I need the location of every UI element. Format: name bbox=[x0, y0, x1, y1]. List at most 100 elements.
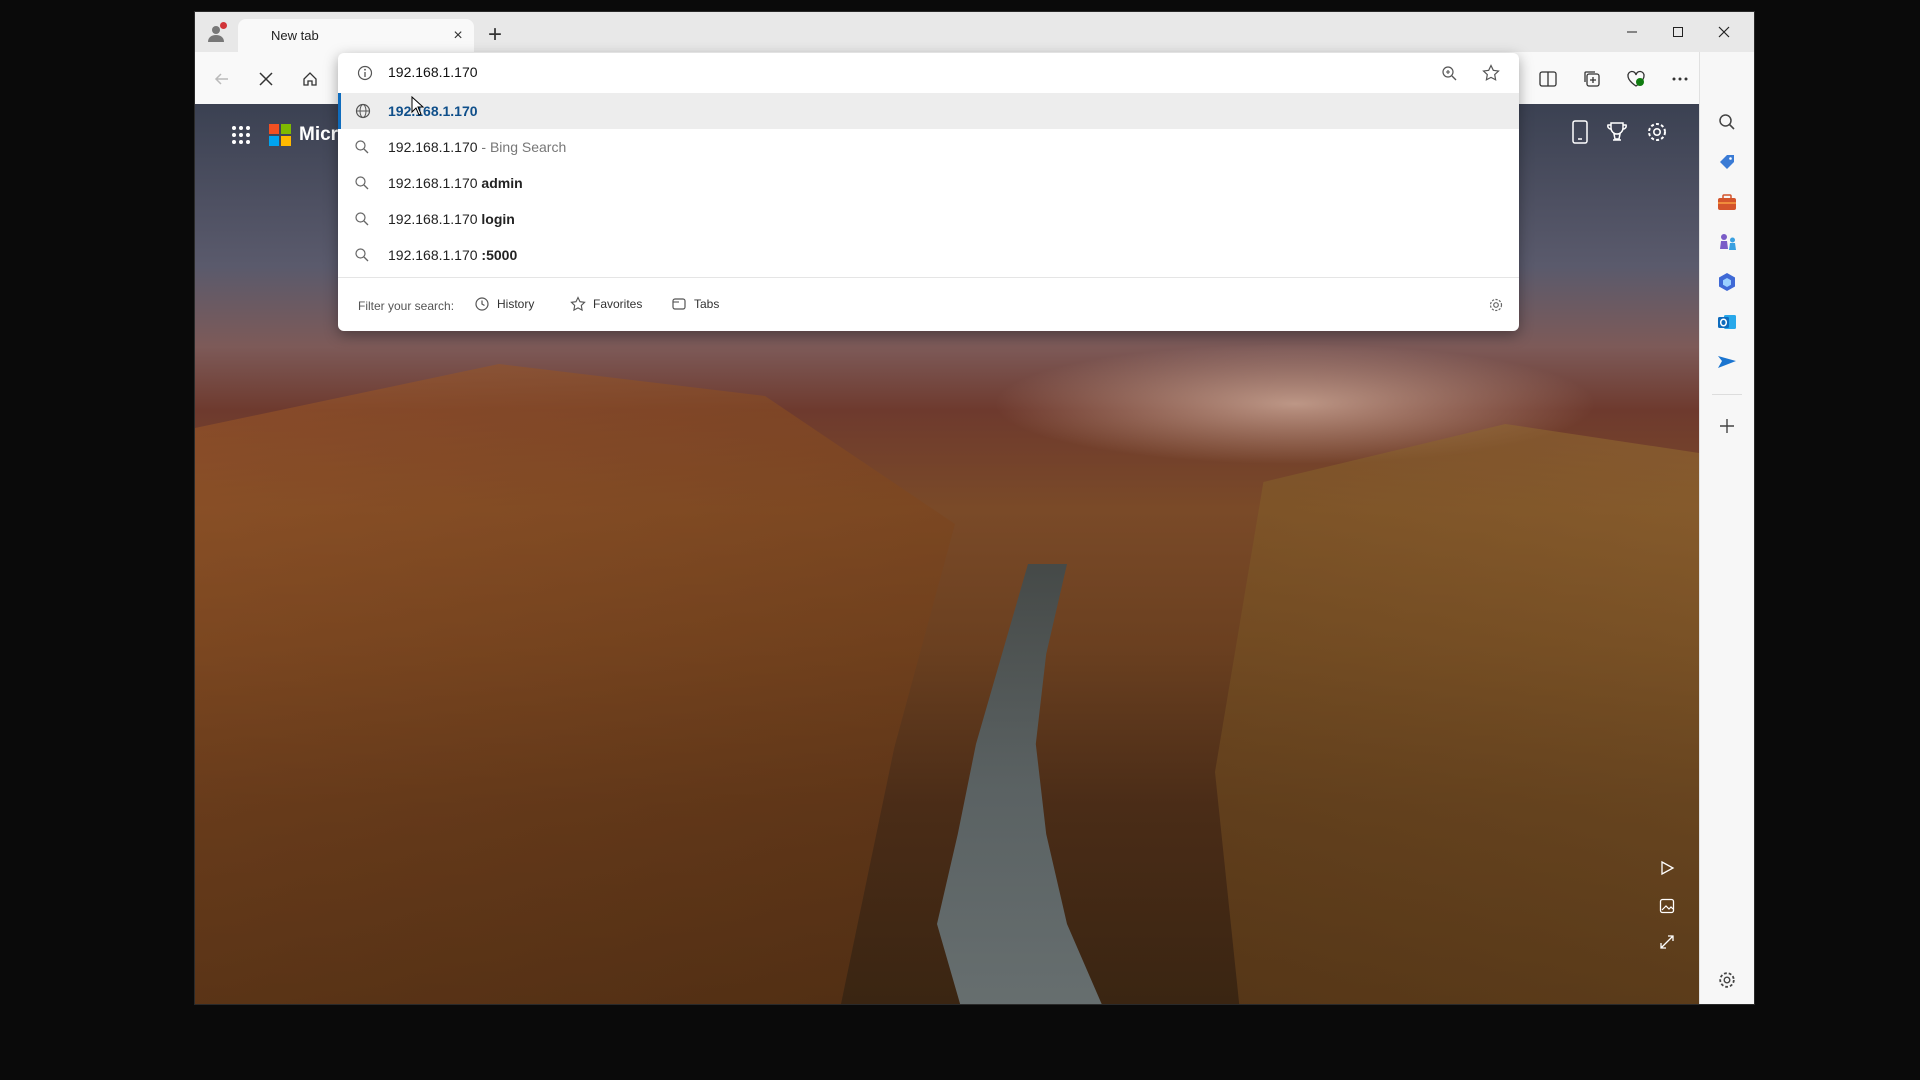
filter-favorites-label: Favorites bbox=[593, 297, 643, 311]
sidebar-divider bbox=[1712, 394, 1742, 395]
back-arrow-icon bbox=[214, 73, 228, 85]
maximize-button[interactable] bbox=[1655, 12, 1701, 52]
shopping-tag-icon bbox=[1720, 155, 1734, 169]
sidebar-tools-button[interactable] bbox=[1713, 188, 1741, 216]
heart-pulse-icon bbox=[1627, 70, 1645, 87]
sidebar-microsoft365-button[interactable] bbox=[1713, 268, 1741, 296]
filter-tabs-button[interactable]: Tabs bbox=[671, 293, 719, 315]
suggestion-text: 192.168.1.170 bbox=[388, 247, 478, 263]
minimize-icon bbox=[1627, 31, 1637, 33]
suggestion-suffix: admin bbox=[477, 175, 523, 191]
suggestion-text: 192.168.1.170 bbox=[388, 175, 478, 191]
sidebar-shopping-button[interactable] bbox=[1713, 148, 1741, 176]
search-icon bbox=[355, 176, 369, 190]
suggestion-item[interactable]: 192.168.1.170 - Bing Search bbox=[338, 129, 1519, 165]
address-input[interactable]: 192.168.1.170 bbox=[388, 64, 478, 80]
sidebar-drop-button[interactable] bbox=[1713, 348, 1741, 376]
suggestion-item[interactable]: 192.168.1.170 login bbox=[338, 201, 1519, 237]
filter-history-button[interactable]: History bbox=[474, 293, 534, 315]
collections-icon bbox=[1584, 71, 1600, 87]
ms-header-right bbox=[1571, 120, 1669, 144]
title-bar: New tab × + bbox=[195, 12, 1754, 52]
home-icon bbox=[303, 72, 317, 86]
suggestion-item[interactable]: 192.168.1.170 admin bbox=[338, 165, 1519, 201]
mouse-cursor-icon bbox=[411, 96, 425, 116]
suggestion-suffix: login bbox=[477, 211, 515, 227]
address-bar[interactable]: 192.168.1.170 bbox=[338, 53, 1519, 93]
filter-label: Filter your search: bbox=[358, 299, 455, 313]
browser-window: New tab × + 192.168.1.170 192.168.1.170 … bbox=[195, 12, 1754, 1004]
expand-button[interactable] bbox=[1655, 930, 1679, 954]
toolbox-icon bbox=[1718, 194, 1736, 210]
info-icon[interactable] bbox=[357, 65, 373, 81]
canyon-wall-left bbox=[195, 364, 955, 1004]
chess-pieces-icon bbox=[1720, 234, 1736, 250]
gear-icon[interactable] bbox=[1488, 297, 1504, 313]
back-button[interactable] bbox=[207, 64, 237, 94]
zoom-icon[interactable] bbox=[1441, 65, 1457, 81]
maximize-icon bbox=[1673, 27, 1683, 37]
suggestion-item[interactable]: 192.168.1.170 :5000 bbox=[338, 237, 1519, 273]
search-filter-bar: Filter your search: History Favorites Ta… bbox=[338, 277, 1519, 332]
rewards-trophy-icon[interactable] bbox=[1605, 120, 1629, 144]
tab-title: New tab bbox=[271, 28, 319, 43]
more-icon bbox=[1672, 77, 1688, 81]
history-icon bbox=[475, 297, 489, 311]
notification-dot bbox=[220, 22, 227, 29]
globe-icon bbox=[355, 103, 371, 119]
sidebar-games-button[interactable] bbox=[1713, 228, 1741, 256]
suggestion-text: 192.168.1.170 bbox=[388, 103, 478, 119]
tabs-icon bbox=[672, 298, 686, 310]
microsoft-logo-icon bbox=[269, 124, 291, 146]
microsoft365-icon bbox=[1719, 273, 1735, 291]
stop-loading-button[interactable] bbox=[251, 64, 281, 94]
expand-icon bbox=[1660, 935, 1674, 949]
edge-sidebar bbox=[1699, 52, 1754, 1004]
filter-tabs-label: Tabs bbox=[694, 297, 720, 311]
filter-favorites-button[interactable]: Favorites bbox=[570, 293, 642, 315]
browser-essentials-button[interactable] bbox=[1621, 64, 1651, 94]
image-icon bbox=[1659, 898, 1675, 914]
settings-and-more-button[interactable] bbox=[1665, 64, 1695, 94]
play-icon bbox=[1661, 860, 1675, 876]
address-bar-dropdown: 192.168.1.170 192.168.1.170 192.168.1.17… bbox=[338, 53, 1519, 331]
close-icon bbox=[1718, 26, 1730, 38]
outlook-icon bbox=[1718, 315, 1736, 329]
close-window-button[interactable] bbox=[1701, 12, 1747, 52]
favorite-star-icon[interactable] bbox=[1482, 64, 1500, 82]
page-settings-icon[interactable] bbox=[1645, 120, 1669, 144]
suggestion-item[interactable]: 192.168.1.170 bbox=[338, 93, 1519, 129]
split-screen-icon bbox=[1539, 71, 1557, 87]
plus-icon bbox=[1720, 419, 1734, 433]
collections-button[interactable] bbox=[1577, 64, 1607, 94]
ms-header: Micr bbox=[231, 124, 338, 146]
drop-icon bbox=[1718, 356, 1736, 368]
close-icon bbox=[259, 72, 273, 86]
gear-icon bbox=[1719, 972, 1735, 988]
sidebar-search-button[interactable] bbox=[1713, 108, 1741, 136]
filter-history-label: History bbox=[497, 297, 535, 311]
home-button[interactable] bbox=[295, 64, 325, 94]
profile-button[interactable] bbox=[201, 20, 231, 46]
search-icon bbox=[355, 248, 369, 262]
close-tab-icon[interactable]: × bbox=[450, 28, 466, 44]
search-icon bbox=[355, 212, 369, 226]
minimize-button[interactable] bbox=[1609, 12, 1655, 52]
new-tab-button[interactable]: + bbox=[483, 23, 507, 48]
sidebar-add-button[interactable] bbox=[1713, 412, 1741, 440]
suggestion-text: 192.168.1.170 bbox=[388, 211, 478, 227]
star-icon bbox=[570, 296, 586, 312]
image-info-button[interactable] bbox=[1655, 894, 1679, 918]
suggestion-text: 192.168.1.170 bbox=[388, 139, 478, 155]
sidebar-settings-button[interactable] bbox=[1713, 966, 1741, 994]
brand-text: Micr bbox=[299, 124, 339, 145]
suggestion-suffix: - Bing Search bbox=[477, 139, 567, 155]
phone-icon[interactable] bbox=[1571, 120, 1589, 144]
split-screen-button[interactable] bbox=[1533, 64, 1563, 94]
tab-new-tab[interactable]: New tab × bbox=[238, 19, 474, 52]
microsoft-logo[interactable]: Micr bbox=[269, 124, 338, 146]
search-icon bbox=[1719, 114, 1735, 130]
play-video-button[interactable] bbox=[1655, 856, 1679, 880]
sidebar-outlook-button[interactable] bbox=[1713, 308, 1741, 336]
app-launcher-icon[interactable] bbox=[231, 125, 251, 145]
